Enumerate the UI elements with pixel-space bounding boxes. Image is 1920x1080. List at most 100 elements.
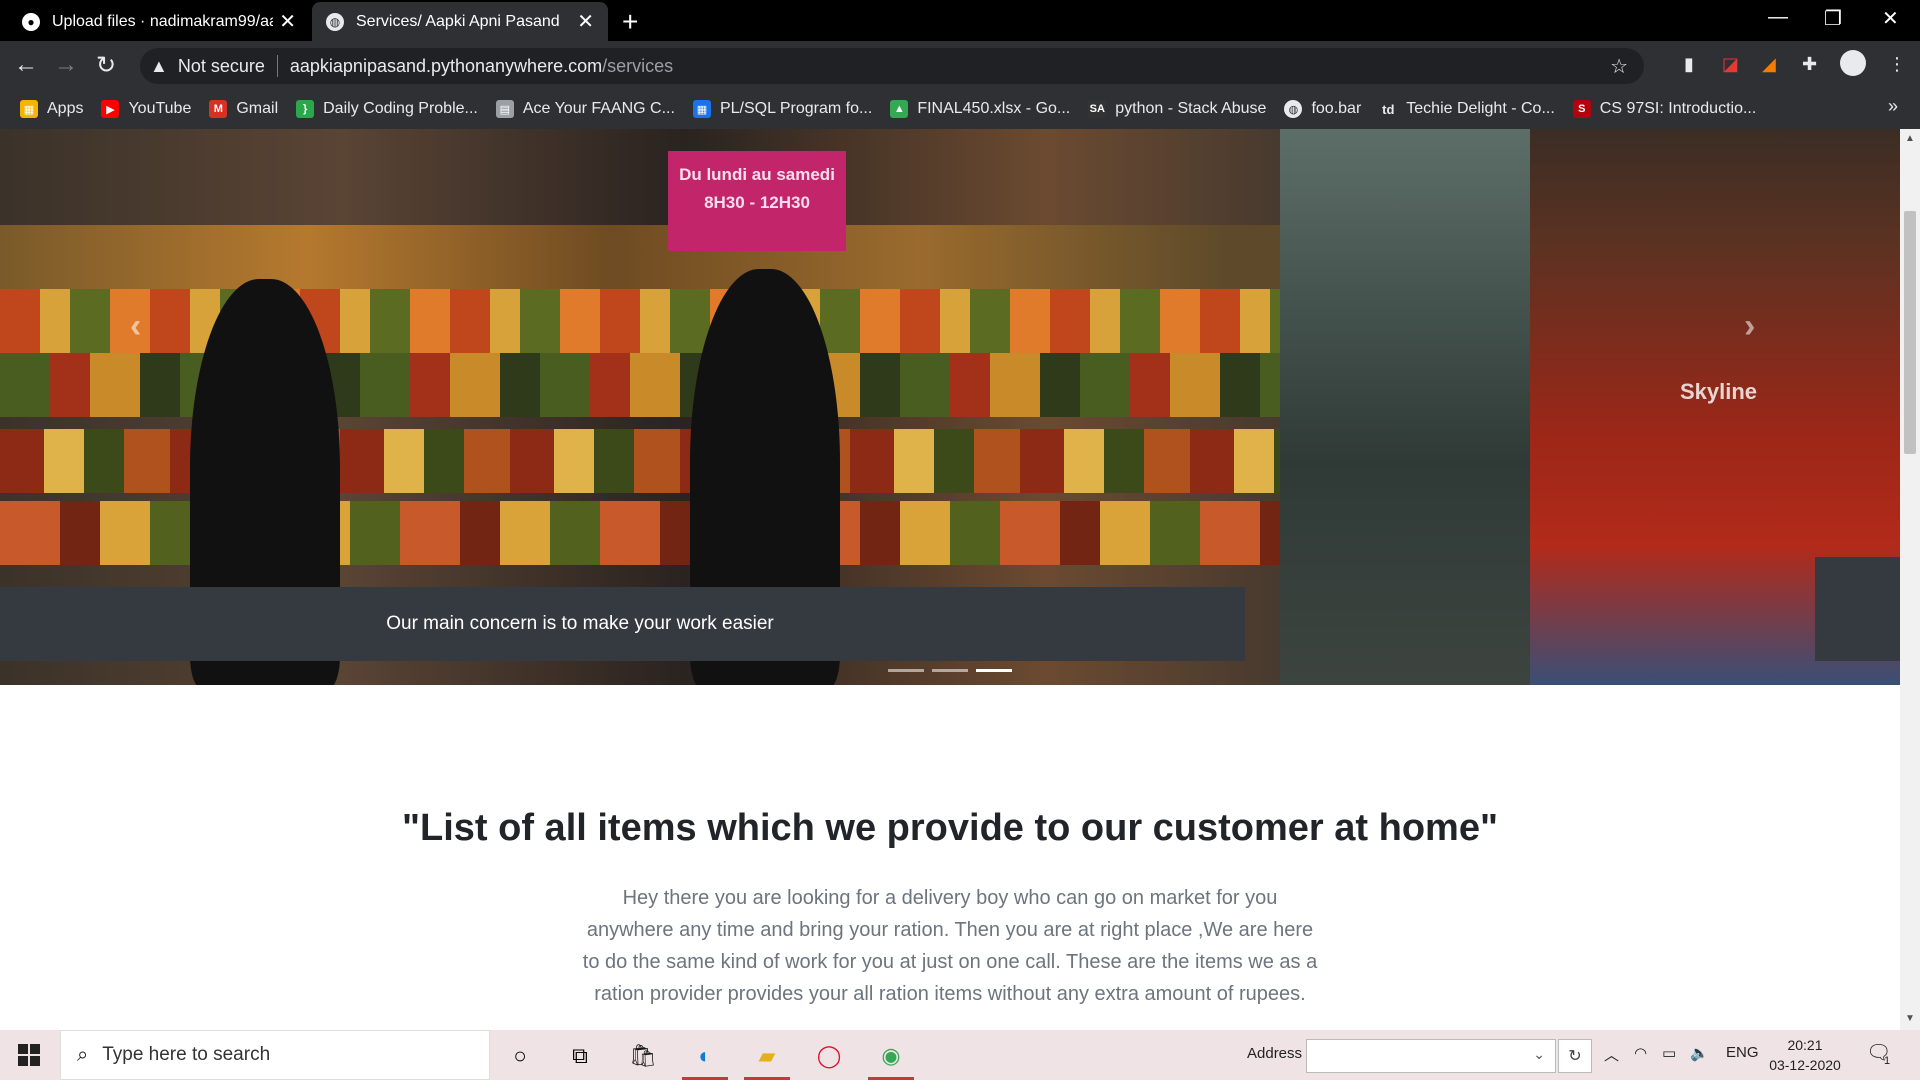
address-refresh-icon[interactable]: ↻ [1558,1039,1592,1073]
reload-icon[interactable]: ↻ [96,51,116,80]
apps-grid-icon: ▦ [20,100,38,118]
bookmark-label: python - Stack Abuse [1115,100,1267,117]
carousel-next-icon[interactable]: › [1744,307,1755,346]
url-path[interactable]: /services [602,56,673,77]
minimize-icon[interactable]: — [1768,6,1788,29]
restore-icon[interactable]: ❐ [1824,6,1842,31]
battery-icon[interactable]: ▭ [1662,1044,1676,1062]
bookmark-plsql[interactable]: ▦ PL/SQL Program fo... [692,100,873,118]
carousel-indicator[interactable] [932,669,968,672]
carousel-caption: Our main concern is to make your work ea… [0,587,1245,661]
close-tab-icon[interactable]: ✕ [577,9,594,34]
edge-icon[interactable]: ◐ [680,1036,730,1080]
pdf-extension-icon[interactable]: ◪ [1722,54,1739,75]
bookmark-label: foo.bar [1311,100,1362,117]
puzzle-extensions-icon[interactable]: ✚ [1802,54,1817,75]
opera-icon[interactable]: ◯ [804,1036,854,1076]
store-fridge [1280,129,1530,685]
taskbar-address-input[interactable]: ⌄ [1306,1039,1556,1073]
page-heading: "List of all items which we provide to o… [402,807,1498,849]
wifi-icon[interactable]: ◠ [1634,1044,1647,1062]
divider [276,55,278,77]
bookmark-techie-delight[interactable]: td Techie Delight - Co... [1379,100,1555,118]
bookmark-stack-abuse[interactable]: SA python - Stack Abuse [1088,100,1266,118]
store-sign: Skyline [1680,379,1758,404]
bookmark-label: Gmail [236,100,279,117]
bookmark-gmail[interactable]: M Gmail [209,100,278,118]
address-toolbar-label: Address [1247,1045,1303,1062]
tab-github-upload[interactable]: ● Upload files · nadimakram99/aap ✕ [8,2,310,41]
carousel-indicator[interactable] [888,669,924,672]
new-tab-button[interactable]: + [622,6,638,38]
forward-icon[interactable]: → [54,51,78,79]
caption-text: Our main concern is to make your work ea… [386,613,774,634]
extension-signal-icon[interactable]: ▮ [1684,54,1694,75]
scroll-down-icon[interactable]: ▼ [1905,1013,1915,1024]
bookmark-final450[interactable]: ▲ FINAL450.xlsx - Go... [890,100,1070,118]
bookmark-label: YouTube [128,100,192,117]
tab-services[interactable]: ◍ Services/ Aapki Apni Pasand ✕ [312,2,608,41]
stanford-icon: S [1572,100,1591,118]
back-icon[interactable]: ← [14,51,38,79]
close-window-icon[interactable]: ✕ [1882,6,1899,31]
clock-time: 20:21 [1787,1037,1823,1053]
menu-kebab-icon[interactable]: ⋮ [1888,54,1906,75]
taskbar-search-box[interactable]: ⌕ Type here to search [60,1030,490,1080]
foobar-icon: ◍ [1284,100,1303,118]
windows-start-icon[interactable] [18,1044,40,1066]
bookmark-label: Techie Delight - Co... [1406,100,1555,117]
warning-icon[interactable]: ▲ [150,56,168,77]
youtube-icon: ▶ [101,100,120,118]
address-bar[interactable]: ▲ Not secure aapkiapnipasand.pythonanywh… [140,48,1644,84]
url-host[interactable]: aapkiapnipasand.pythonanywhere.com [290,56,602,77]
intro-paragraph: Hey there you are looking for a delivery… [582,887,1318,1005]
scrollbar-thumb[interactable] [1904,211,1916,454]
notification-count-badge: 1 [1884,1055,1891,1067]
bookmark-label: Apps [47,100,84,117]
security-status[interactable]: Not secure [178,56,265,77]
profile-avatar[interactable] [1840,50,1866,76]
bookmark-faang[interactable]: ▤ Ace Your FAANG C... [495,100,675,118]
bookmark-daily-coding[interactable]: } Daily Coding Proble... [296,100,478,118]
scroll-up-icon[interactable]: ▲ [1905,133,1915,144]
search-icon: ⌕ [77,1043,89,1066]
carousel-indicators [888,669,1012,672]
stack-abuse-icon: SA [1088,100,1107,118]
carousel-prev-icon[interactable]: ‹ [130,307,141,346]
carousel-indicator-active[interactable] [976,669,1012,672]
bookmarks-bar: ▦ Apps ▶ YouTube M Gmail } Daily Coding … [0,89,1920,129]
document-icon: ▤ [495,100,514,118]
opening-hours-sign: Du lundi au samedi 8H30 - 12H30 [668,151,846,251]
chrome-icon[interactable]: ◉ [866,1036,916,1080]
task-view-icon[interactable]: ⧉ [555,1036,605,1076]
volume-icon[interactable]: 🔈 [1690,1044,1709,1062]
bookmark-youtube[interactable]: ▶ YouTube [101,100,191,118]
taskbar-clock[interactable]: 20:21 03-12-2020 [1760,1035,1850,1075]
bookmark-foobar[interactable]: ◍ foo.bar [1284,100,1361,118]
globe-icon: ◍ [326,12,344,31]
cortana-icon[interactable]: ○ [495,1036,545,1076]
search-placeholder: Type here to search [102,1044,271,1065]
file-explorer-icon[interactable]: ▰ [742,1036,792,1080]
tab-title: Upload files · nadimakram99/aap [52,12,274,30]
chevron-down-icon[interactable]: ⌄ [1533,1046,1545,1063]
page-scrollbar[interactable]: ▲ ▼ [1900,129,1920,1030]
bookmark-label: Daily Coding Proble... [323,100,478,117]
bookmark-star-icon[interactable]: ☆ [1610,54,1628,79]
bookmark-label: Ace Your FAANG C... [522,100,675,117]
github-icon: ● [22,12,40,31]
daily-coding-icon: } [296,100,315,118]
input-language[interactable]: ENG [1726,1044,1759,1061]
google-drive-icon: ▲ [890,100,909,118]
store-icon[interactable]: 🛍 [618,1036,668,1076]
bookmark-label: PL/SQL Program fo... [719,100,873,117]
bookmarks-overflow-icon[interactable]: » [1888,96,1898,117]
bookmark-apps[interactable]: ▦ Apps [20,100,83,118]
bookmark-cs97si[interactable]: S CS 97SI: Introductio... [1572,100,1757,118]
extension-icon[interactable]: ◢ [1762,54,1776,75]
caption-panel [1815,557,1900,661]
show-hidden-icons-icon[interactable]: ︿ [1604,1044,1619,1065]
close-tab-icon[interactable]: ✕ [279,9,296,34]
bookmark-label: FINAL450.xlsx - Go... [917,100,1071,117]
bookmark-label: CS 97SI: Introductio... [1599,100,1757,117]
